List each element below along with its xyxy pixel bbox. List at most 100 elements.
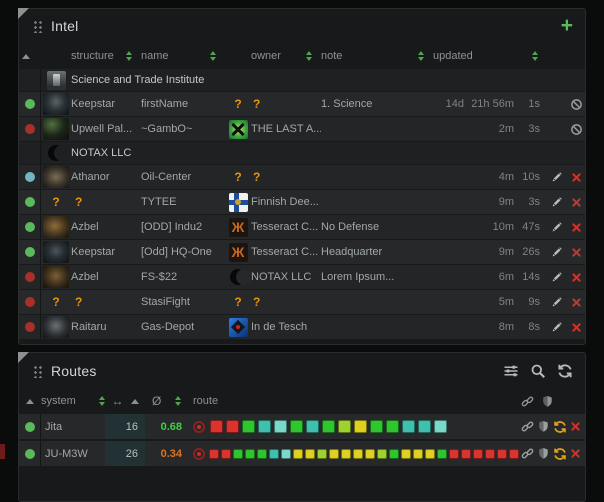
edit-structure-button[interactable] xyxy=(551,321,563,333)
structure-image xyxy=(43,166,69,188)
sort-asc-icon xyxy=(22,54,30,59)
route-system-square xyxy=(269,449,279,459)
updated-minutes: 9m xyxy=(471,246,521,258)
route-system-square xyxy=(413,449,423,459)
updated-days: 14d xyxy=(433,98,471,110)
note: 1. Science xyxy=(321,98,433,110)
structure-name: [Odd] HQ-One xyxy=(141,246,225,258)
updated-seconds: 3s xyxy=(521,196,547,208)
edit-structure-button[interactable] xyxy=(551,296,563,308)
route-rows: Jita 16 0.68 JU-M3W 26 0.34 xyxy=(19,414,585,466)
intel-row[interactable]: ?? StasiFight ?? 5m 9s xyxy=(19,290,585,314)
column-structure[interactable]: structure xyxy=(41,50,141,62)
column-updated[interactable]: updated xyxy=(433,50,547,62)
status-dot-red xyxy=(25,297,35,307)
intel-row[interactable]: Keepstar firstName ?? 1. Science 14d 21h… xyxy=(19,92,585,116)
add-structure-button[interactable]: + xyxy=(561,16,573,36)
edit-structure-button[interactable] xyxy=(551,246,563,258)
delete-structure-button[interactable] xyxy=(571,222,582,233)
intel-row[interactable]: ?? TYTEE Finnish Dee... 9m 3s xyxy=(19,190,585,214)
jumps-count: 16 xyxy=(105,414,145,439)
safety-shield-icon[interactable] xyxy=(537,420,550,433)
intel-row[interactable]: Raitaru Gas-Depot In de Tesch 8m 8s xyxy=(19,315,585,339)
search-icon[interactable] xyxy=(530,363,546,379)
unknown-question-icon: ? xyxy=(234,97,241,111)
drag-handle-icon[interactable] xyxy=(33,19,42,33)
unknown-question-icon: ? xyxy=(234,295,241,309)
safety-shield-icon[interactable] xyxy=(537,447,550,460)
delete-structure-button[interactable] xyxy=(571,247,582,258)
routes-table-header: system ↔ Ø route xyxy=(19,388,585,414)
column-system[interactable]: system xyxy=(41,395,105,407)
sort-active-column[interactable] xyxy=(19,54,41,59)
dock-link-icon xyxy=(521,395,534,408)
structure-name: firstName xyxy=(141,98,225,110)
sort-active-column[interactable] xyxy=(19,399,41,404)
column-note[interactable]: note xyxy=(321,50,433,62)
dock-link-icon[interactable] xyxy=(521,447,534,460)
status-dot-green xyxy=(25,99,35,109)
sort-asc-icon xyxy=(131,399,139,404)
avg-security-icon: Ø xyxy=(152,394,161,408)
route-system-square xyxy=(210,420,223,433)
intel-group-row: Science and Trade Institute xyxy=(19,69,585,91)
route-system-square xyxy=(306,420,319,433)
intel-panel: Intel + structure name owner note update… xyxy=(18,8,586,345)
jumps-icon: ↔ xyxy=(112,394,124,408)
route-settings-icon[interactable] xyxy=(503,363,519,379)
drag-handle-icon[interactable] xyxy=(33,364,42,378)
intel-row[interactable]: Athanor Oil-Center ?? 4m 10s xyxy=(19,165,585,189)
delete-structure-button[interactable] xyxy=(571,197,582,208)
intel-row[interactable]: Keepstar [Odd] HQ-One Tesseract C... Hea… xyxy=(19,240,585,264)
sort-updown-icon xyxy=(418,51,424,61)
route-system-square xyxy=(437,449,447,459)
structure-name: StasiFight xyxy=(141,296,225,308)
column-avg-security[interactable]: Ø xyxy=(145,394,189,408)
route-row[interactable]: Jita 16 0.68 xyxy=(19,414,585,439)
edit-structure-button[interactable] xyxy=(551,271,563,283)
owner-logo xyxy=(229,318,248,337)
delete-route-button[interactable] xyxy=(570,421,581,432)
edit-structure-button[interactable] xyxy=(551,196,563,208)
structure-name: Oil-Center xyxy=(141,171,225,183)
delete-structure-button[interactable] xyxy=(571,272,582,283)
column-route: route xyxy=(189,395,519,407)
column-jumps[interactable]: ↔ xyxy=(105,394,145,408)
route-system-square xyxy=(461,449,471,459)
status-dot-green xyxy=(25,247,35,257)
structure-image xyxy=(43,93,69,115)
refresh-route-button[interactable] xyxy=(553,447,567,461)
unknown-question-icon: ? xyxy=(52,295,59,309)
edit-structure-button[interactable] xyxy=(551,171,563,183)
no-access-icon xyxy=(570,98,583,111)
jumps-count: 26 xyxy=(105,441,145,466)
column-owner[interactable]: owner xyxy=(225,50,321,62)
route-row[interactable]: JU-M3W 26 0.34 xyxy=(19,441,585,466)
intel-row[interactable]: Azbel FS-$22 NOTAX LLC Lorem Ipsum... 6m… xyxy=(19,265,585,289)
refresh-route-button[interactable] xyxy=(553,420,567,434)
dock-link-icon[interactable] xyxy=(521,420,534,433)
updated-seconds: 9s xyxy=(521,296,547,308)
updated-seconds: 8s xyxy=(521,321,547,333)
refresh-all-icon[interactable] xyxy=(557,363,573,379)
status-dot-green xyxy=(25,449,35,459)
owner-name: Tesseract C... xyxy=(251,246,321,258)
column-name[interactable]: name xyxy=(141,50,225,62)
sti-corp-logo xyxy=(47,71,66,90)
delete-structure-button[interactable] xyxy=(571,297,582,308)
structure-name: [ODD] Indu2 xyxy=(141,221,225,233)
structure-name: ~GambO~ xyxy=(141,123,225,135)
structure-type: Azbel xyxy=(71,221,141,233)
status-dot-red xyxy=(25,322,35,332)
intel-group-row: NOTAX LLC xyxy=(19,142,585,164)
sort-updown-icon xyxy=(210,51,216,61)
intel-row[interactable]: Upwell Pal... ~GambO~ THE LAST A... 2m 3… xyxy=(19,117,585,141)
edit-structure-button[interactable] xyxy=(551,221,563,233)
delete-route-button[interactable] xyxy=(570,448,581,459)
route-system-square xyxy=(317,449,327,459)
delete-structure-button[interactable] xyxy=(571,322,582,333)
background-panel-sliver xyxy=(0,444,5,459)
delete-structure-button[interactable] xyxy=(571,172,582,183)
sort-updown-icon xyxy=(126,51,132,61)
intel-row[interactable]: Azbel [ODD] Indu2 Tesseract C... No Defe… xyxy=(19,215,585,239)
